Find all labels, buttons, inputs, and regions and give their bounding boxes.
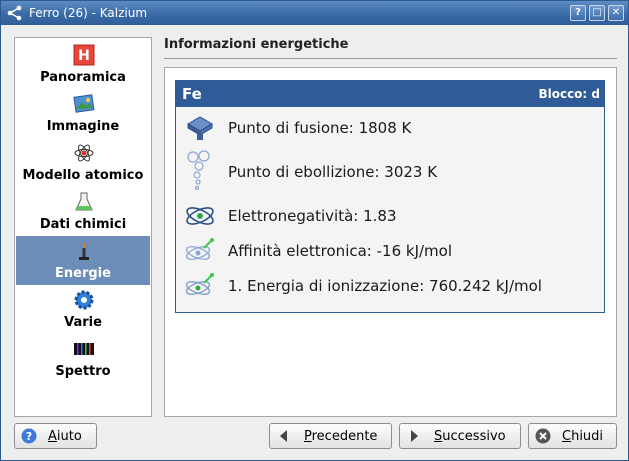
boiling-bubbles-icon: [187, 150, 210, 191]
previous-button-label: Precedente: [304, 429, 378, 444]
bunsen-burner-icon: [79, 242, 89, 260]
image-icon: [73, 94, 95, 113]
electron-affinity-icon: [185, 238, 214, 260]
melting-point-icon: [187, 116, 213, 140]
arrow-right-icon: [411, 430, 418, 442]
sidebar-item-label: Immagine: [46, 119, 120, 134]
help-title-button[interactable]: ?: [570, 5, 586, 21]
help-button-label: Aiuto: [48, 429, 82, 444]
sidebar-item-label: Panoramica: [40, 70, 126, 85]
sidebar-item-label: Energie: [55, 266, 111, 281]
close-circle-icon: [535, 428, 551, 444]
close-button-label: Chiudi: [562, 429, 604, 444]
gear-icon: [74, 290, 94, 310]
maximize-button[interactable]: □: [589, 5, 605, 21]
element-symbol: Fe: [182, 85, 202, 103]
ionization-energy-text: 1. Energia di ionizzazione: 760.242 kJ/m…: [228, 277, 542, 295]
atom-model-icon: [74, 144, 94, 162]
melting-point-row: Punto di fusione: 1808 K: [176, 111, 604, 145]
sidebar-item-varie[interactable]: Varie: [16, 285, 150, 334]
next-button[interactable]: Successivo: [399, 423, 521, 449]
sidebar-item-panoramica[interactable]: H Panoramica: [16, 40, 150, 89]
element-block: Blocco: d: [538, 87, 600, 101]
ionization-icon: [185, 273, 214, 295]
sidebar-item-immagine[interactable]: Immagine: [16, 89, 150, 138]
card-header: Fe Blocco: d: [176, 81, 604, 107]
help-icon: ?: [21, 428, 37, 444]
sidebar-item-dati-chimici[interactable]: Dati chimici: [16, 187, 150, 236]
next-button-label: Successivo: [434, 429, 506, 444]
page-title: Informazioni energetiche: [164, 37, 349, 52]
sidebar-item-spettro[interactable]: Spettro: [16, 334, 150, 383]
heading-divider: [164, 58, 617, 59]
previous-button[interactable]: Precedente: [269, 423, 392, 449]
electronegativity-text: Elettronegatività: 1.83: [228, 207, 397, 225]
spectrum-icon: [74, 343, 94, 355]
svg-text:H: H: [78, 48, 90, 64]
svg-text:?: ?: [26, 430, 32, 443]
sidebar: H Panoramica Immagine Modello atomico Da…: [14, 37, 152, 417]
title-bar[interactable]: Ferro (26) - Kalzium ? □ ✕: [1, 1, 628, 25]
ionization-energy-row: 1. Energia di ionizzazione: 760.242 kJ/m…: [176, 269, 604, 303]
electron-affinity-row: Affinità elettronica: -16 kJ/mol: [176, 234, 604, 268]
kalzium-window: Ferro (26) - Kalzium ? □ ✕ H Panoramica …: [0, 0, 629, 461]
hydrogen-tile-icon: H: [73, 44, 95, 66]
help-button[interactable]: ? Aiuto: [14, 423, 97, 449]
sidebar-item-label: Varie: [64, 315, 102, 330]
electronegativity-row: Elettronegatività: 1.83: [176, 199, 604, 233]
close-window-button[interactable]: ✕: [608, 5, 624, 21]
energy-panel: Fe Blocco: d Punto di fusione: 1808 K Pu…: [164, 67, 617, 417]
kalzium-app-icon[interactable]: [7, 5, 23, 21]
sidebar-item-energie[interactable]: Energie: [16, 236, 150, 285]
sidebar-item-label: Dati chimici: [39, 217, 127, 232]
element-energy-card: Fe Blocco: d Punto di fusione: 1808 K Pu…: [175, 80, 605, 313]
boiling-point-text: Punto di ebollizione: 3023 K: [228, 163, 438, 181]
sidebar-item-label: Spettro: [55, 364, 111, 379]
electronegativity-atom-icon: [186, 207, 214, 225]
sidebar-item-label: Modello atomico: [22, 168, 144, 183]
arrow-left-icon: [280, 430, 287, 442]
boiling-point-row: Punto di ebollizione: 3023 K: [176, 145, 604, 195]
electron-affinity-text: Affinità elettronica: -16 kJ/mol: [228, 242, 453, 260]
close-button[interactable]: Chiudi: [528, 423, 617, 449]
melting-point-text: Punto di fusione: 1808 K: [228, 119, 412, 137]
sidebar-item-modello-atomico[interactable]: Modello atomico: [16, 138, 150, 187]
window-title: Ferro (26) - Kalzium: [29, 6, 148, 20]
flask-icon: [75, 192, 93, 211]
